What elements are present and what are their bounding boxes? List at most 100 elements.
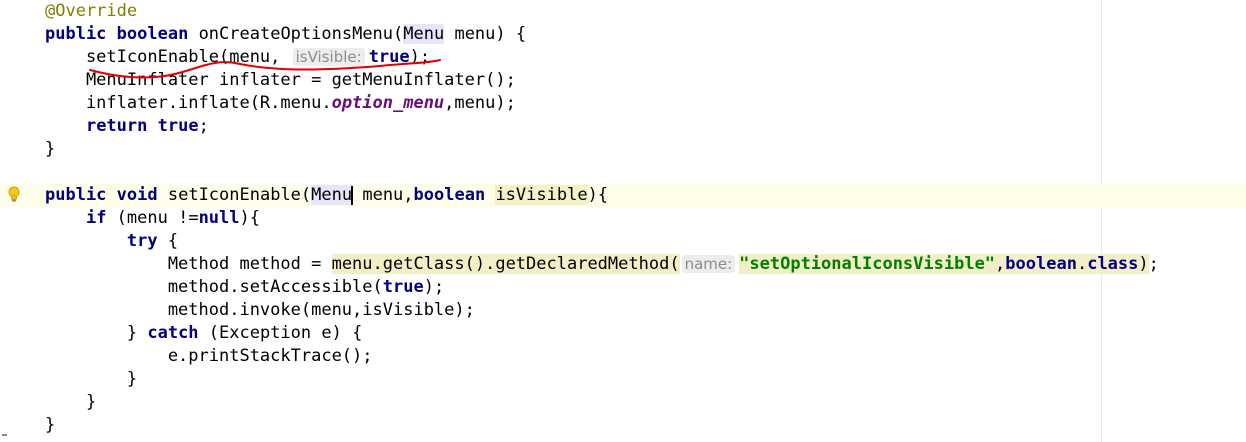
code-token: method.setAccessible( — [45, 277, 383, 297]
code-token: catch — [147, 323, 199, 343]
code-line[interactable]: if (menu !=null){ — [0, 207, 1246, 230]
code-token: ){ — [587, 185, 609, 205]
code-token: option_menu — [331, 93, 445, 113]
code-text: try { — [45, 230, 178, 253]
code-token: (Exception e) { — [198, 323, 363, 343]
code-token: ) — [1138, 254, 1149, 274]
code-line[interactable]: } catch (Exception e) { — [0, 322, 1246, 345]
code-line[interactable]: public void setIconEnable(Menu menu,bool… — [0, 184, 1246, 207]
code-token: method.invoke(menu,isVisible); — [45, 300, 475, 320]
code-text: method.invoke(menu,isVisible); — [45, 299, 475, 322]
code-token: "setOptionalIconsVisible" — [739, 254, 996, 274]
code-token: if — [85, 208, 107, 228]
code-token: ; — [1148, 254, 1159, 274]
code-text: return true; — [45, 115, 209, 138]
code-text: MenuInflater inflater = getMenuInflater(… — [45, 69, 516, 92]
code-token: menu, — [352, 185, 414, 205]
code-token: true — [368, 47, 410, 67]
code-text: method.setAccessible(true); — [45, 276, 444, 299]
code-token: (menu != — [106, 208, 199, 228]
code-token: true — [157, 116, 199, 136]
code-line[interactable]: } — [0, 391, 1246, 414]
code-token: try — [126, 231, 158, 251]
code-line[interactable]: inflater.inflate(R.menu.option_menu,menu… — [0, 92, 1246, 115]
code-token: ); — [423, 277, 445, 297]
code-token: } — [45, 139, 56, 159]
code-text: } — [45, 391, 96, 414]
code-token: isVisible — [495, 185, 588, 205]
code-token: boolean — [1005, 254, 1077, 274]
lightbulb-icon[interactable] — [8, 186, 20, 204]
parameter-hint: name: — [681, 255, 736, 273]
code-token: ; — [198, 116, 209, 136]
code-text: } — [45, 414, 55, 437]
code-token: Menu — [311, 185, 353, 205]
code-text: public boolean onCreateOptionsMenu(Menu … — [45, 23, 526, 46]
code-token: Menu — [403, 24, 445, 44]
code-token: return — [85, 116, 148, 136]
code-line[interactable] — [0, 161, 1246, 184]
code-token: onCreateOptionsMenu( — [188, 24, 404, 44]
code-token: MenuInflater inflater = getMenuInflater(… — [45, 70, 516, 90]
code-token: e.printStackTrace(); — [45, 346, 373, 366]
code-line[interactable]: MenuInflater inflater = getMenuInflater(… — [0, 69, 1246, 92]
code-token: true — [382, 277, 424, 297]
code-line[interactable]: try { — [0, 230, 1246, 253]
code-token: void — [116, 185, 158, 205]
code-text: public void setIconEnable(Menu menu,bool… — [45, 184, 608, 207]
code-text: } catch (Exception e) { — [45, 322, 362, 345]
code-token: , — [995, 254, 1006, 274]
code-text: if (menu !=null){ — [45, 207, 260, 230]
code-line[interactable]: method.invoke(menu,isVisible); — [0, 299, 1246, 322]
code-token: } — [45, 323, 148, 343]
code-token: } — [45, 415, 56, 435]
code-text: } — [45, 368, 137, 391]
code-text: } — [45, 138, 55, 161]
code-line[interactable]: Method method = menu.getClass().getDecla… — [0, 253, 1246, 276]
code-token: } — [45, 369, 138, 389]
code-line[interactable]: return true; — [0, 115, 1246, 138]
code-token: Method method = — [45, 254, 332, 274]
code-token: public — [45, 24, 107, 44]
scroll-marker — [2, 434, 7, 436]
code-token: setIconEnable( — [157, 185, 312, 205]
code-token: menu) { — [444, 24, 527, 44]
code-text: inflater.inflate(R.menu.option_menu,menu… — [45, 92, 516, 115]
code-line[interactable]: public boolean onCreateOptionsMenu(Menu … — [0, 23, 1246, 46]
code-token: ,menu); — [444, 93, 516, 113]
code-line[interactable]: setIconEnable(menu, isVisible: true); — [0, 46, 1246, 69]
code-token: ){ — [239, 208, 260, 228]
code-line[interactable]: e.printStackTrace(); — [0, 345, 1246, 368]
code-token: boolean — [116, 24, 189, 44]
code-text: @Override — [45, 0, 137, 23]
code-token: public — [45, 185, 107, 205]
code-token: boolean — [413, 185, 486, 205]
code-text: Method method = menu.getClass().getDecla… — [45, 253, 1159, 276]
code-text: setIconEnable(menu, isVisible: true); — [45, 46, 430, 69]
code-token: null — [198, 208, 240, 228]
code-token: { — [157, 231, 179, 251]
code-token: ); — [409, 47, 431, 67]
code-token: @Override — [45, 1, 138, 21]
code-editor[interactable]: @Override public boolean onCreateOptionsM… — [0, 0, 1246, 442]
parameter-hint: isVisible: — [292, 48, 365, 66]
code-token: inflater.inflate(R.menu. — [45, 93, 332, 113]
code-line[interactable]: } — [0, 414, 1246, 437]
code-line[interactable]: } — [0, 138, 1246, 161]
code-token: . — [1076, 254, 1088, 274]
code-text: e.printStackTrace(); — [45, 345, 373, 368]
code-token: menu.getClass().getDeclaredMethod( — [331, 254, 680, 274]
code-line[interactable]: @Override — [0, 0, 1246, 23]
code-line[interactable]: method.setAccessible(true); — [0, 276, 1246, 299]
code-token: setIconEnable(menu, — [45, 47, 291, 67]
code-token: } — [45, 392, 97, 412]
code-line[interactable]: } — [0, 368, 1246, 391]
code-token: class — [1087, 254, 1139, 274]
